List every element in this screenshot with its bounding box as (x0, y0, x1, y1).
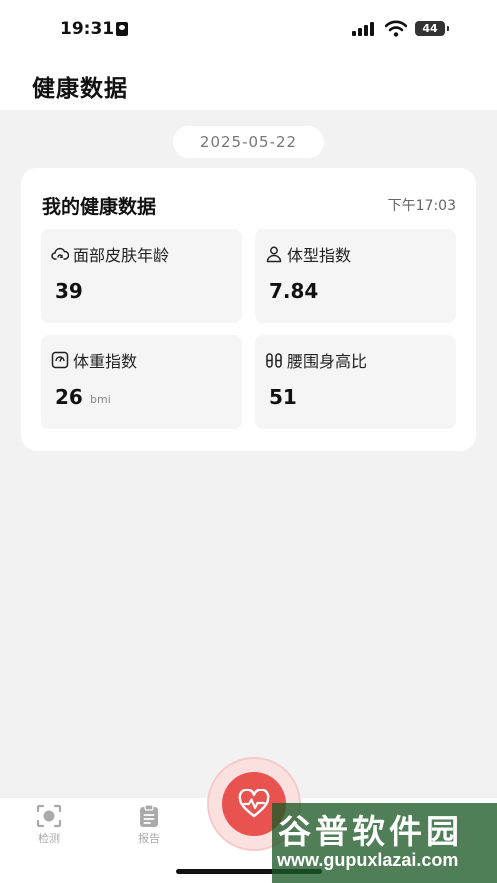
status-bar: 19:31 44 (0, 0, 497, 60)
battery-icon: 44 (415, 21, 449, 36)
health-data-card: 我的健康数据 下午17:03 面部皮肤年龄 39 体型指数 7.84 体重指数 … (21, 168, 476, 451)
scan-face-icon (36, 804, 62, 828)
id-card-icon (116, 22, 128, 36)
tab-detect[interactable]: 检测 (19, 804, 79, 846)
tile-value: 51 (269, 385, 297, 409)
tile-value: 39 (55, 279, 83, 303)
page-header: 健康数据 (0, 60, 497, 110)
watermark-title: 谷普软件园 (278, 812, 463, 851)
heart-pulse-icon (238, 789, 270, 818)
wifi-icon (385, 20, 407, 37)
tile-waist-height-ratio[interactable]: 腰围身高比 51 (255, 335, 456, 429)
tile-label: 面部皮肤年龄 (73, 246, 170, 265)
tile-label: 体型指数 (287, 246, 352, 265)
tile-body-shape-index[interactable]: 体型指数 7.84 (255, 229, 456, 323)
tile-unit: bmi (90, 393, 111, 406)
tile-label: 体重指数 (73, 352, 138, 371)
card-time: 下午17:03 (387, 198, 456, 214)
person-icon (266, 246, 282, 263)
scale-icon (51, 351, 69, 369)
tile-label: 腰围身高比 (287, 352, 368, 371)
tile-skin-age[interactable]: 面部皮肤年龄 39 (41, 229, 242, 323)
waist-icon (266, 353, 282, 368)
date-pill[interactable]: 2025-05-22 (173, 126, 324, 158)
signal-icon (352, 22, 376, 36)
status-time: 19:31 (60, 19, 115, 39)
tile-bmi[interactable]: 体重指数 26 bmi (41, 335, 242, 429)
page-title: 健康数据 (32, 76, 128, 102)
card-title: 我的健康数据 (42, 196, 157, 218)
clipboard-icon (140, 804, 158, 827)
tab-label: 报告 (138, 832, 160, 845)
tab-report[interactable]: 报告 (119, 804, 179, 846)
tab-label: 检测 (38, 832, 60, 845)
watermark-logo: 谷普软件园 www.gupuxlazai.com (272, 803, 497, 883)
tile-value: 7.84 (269, 279, 319, 303)
cloud-refresh-icon (51, 247, 69, 260)
tile-value: 26 (55, 385, 83, 409)
watermark-url: www.gupuxlazai.com (277, 850, 459, 870)
